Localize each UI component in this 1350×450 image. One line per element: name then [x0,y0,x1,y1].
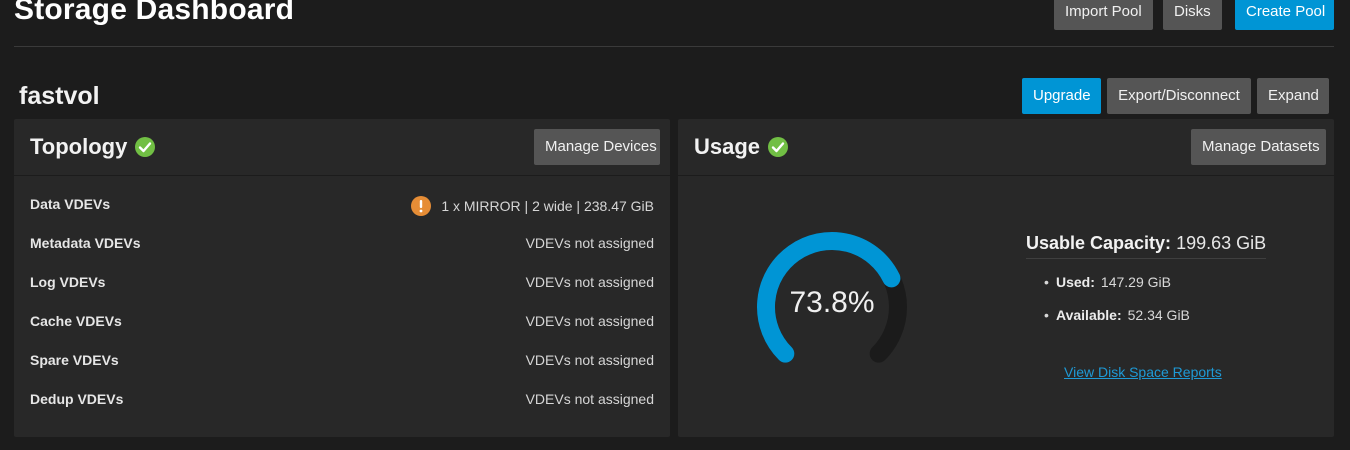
topology-title-text: Topology [30,134,128,159]
used-stat: • Used: 147.29 GiB [1044,274,1171,290]
manage-datasets-button[interactable]: Manage Datasets [1191,129,1326,165]
expand-button[interactable]: Expand [1257,78,1329,114]
vdev-label: Spare VDEVs [30,352,119,368]
available-stat: • Available: 52.34 GiB [1044,307,1190,323]
vdev-label: Data VDEVs [30,196,111,212]
topology-card-header: Topology Manage Devices [14,119,670,176]
export-disconnect-button[interactable]: Export/Disconnect [1107,78,1251,114]
vdev-row-log: Log VDEVs VDEVs not assigned [30,274,654,294]
create-pool-button[interactable]: Create Pool [1235,0,1334,30]
usable-capacity: Usable Capacity: 199.63 GiB [1026,233,1267,259]
bullet-icon: • [1044,274,1049,290]
usage-title-text: Usage [694,134,761,159]
used-label: Used: [1056,274,1095,290]
vdev-row-dedup: Dedup VDEVs VDEVs not assigned [30,391,654,411]
vdev-label: Dedup VDEVs [30,391,124,407]
vdev-label: Cache VDEVs [30,313,122,329]
vdev-row-spare: Spare VDEVs VDEVs not assigned [30,352,654,372]
vdev-value: VDEVs not assigned [525,313,654,329]
topology-title: Topology [30,134,156,160]
vdev-label: Metadata VDEVs [30,235,141,251]
usable-capacity-value: 199.63 GiB [1176,233,1267,253]
check-circle-icon [768,137,789,157]
vdev-value: 1 x MIRROR | 2 wide | 238.47 GiB [411,196,654,216]
topology-card: Topology Manage Devices Data VDEVs 1 x M… [14,119,670,437]
vdev-row-cache: Cache VDEVs VDEVs not assigned [30,313,654,333]
vdev-value-text: 1 x MIRROR | 2 wide | 238.47 GiB [441,198,654,214]
usage-card-header: Usage Manage Datasets [678,119,1334,176]
used-value: 147.29 GiB [1100,274,1171,290]
usage-title: Usage [694,134,789,160]
bullet-icon: • [1044,307,1049,323]
usage-percent-label: 73.8% [789,286,875,319]
usable-capacity-label: Usable Capacity: [1026,233,1172,253]
view-disk-space-reports-link[interactable]: View Disk Space Reports [1064,364,1222,380]
warning-icon[interactable] [411,196,432,216]
page-title: Storage Dashboard [14,0,295,26]
vdev-row-data: Data VDEVs 1 x MIRROR | 2 wide | 238.47 … [30,196,654,216]
available-value: 52.34 GiB [1127,307,1190,323]
vdev-label: Log VDEVs [30,274,106,290]
manage-devices-button[interactable]: Manage Devices [534,129,660,165]
available-label: Available: [1056,307,1122,323]
vdev-value: VDEVs not assigned [525,235,654,251]
disks-button[interactable]: Disks [1163,0,1222,30]
vdev-value: VDEVs not assigned [525,352,654,368]
upgrade-button[interactable]: Upgrade [1022,78,1101,114]
vdev-row-metadata: Metadata VDEVs VDEVs not assigned [30,235,654,255]
import-pool-button[interactable]: Import Pool [1054,0,1153,30]
check-circle-icon [135,137,156,157]
pool-name: fastvol [19,82,100,110]
vdev-value: VDEVs not assigned [525,391,654,407]
vdev-value: VDEVs not assigned [525,274,654,290]
